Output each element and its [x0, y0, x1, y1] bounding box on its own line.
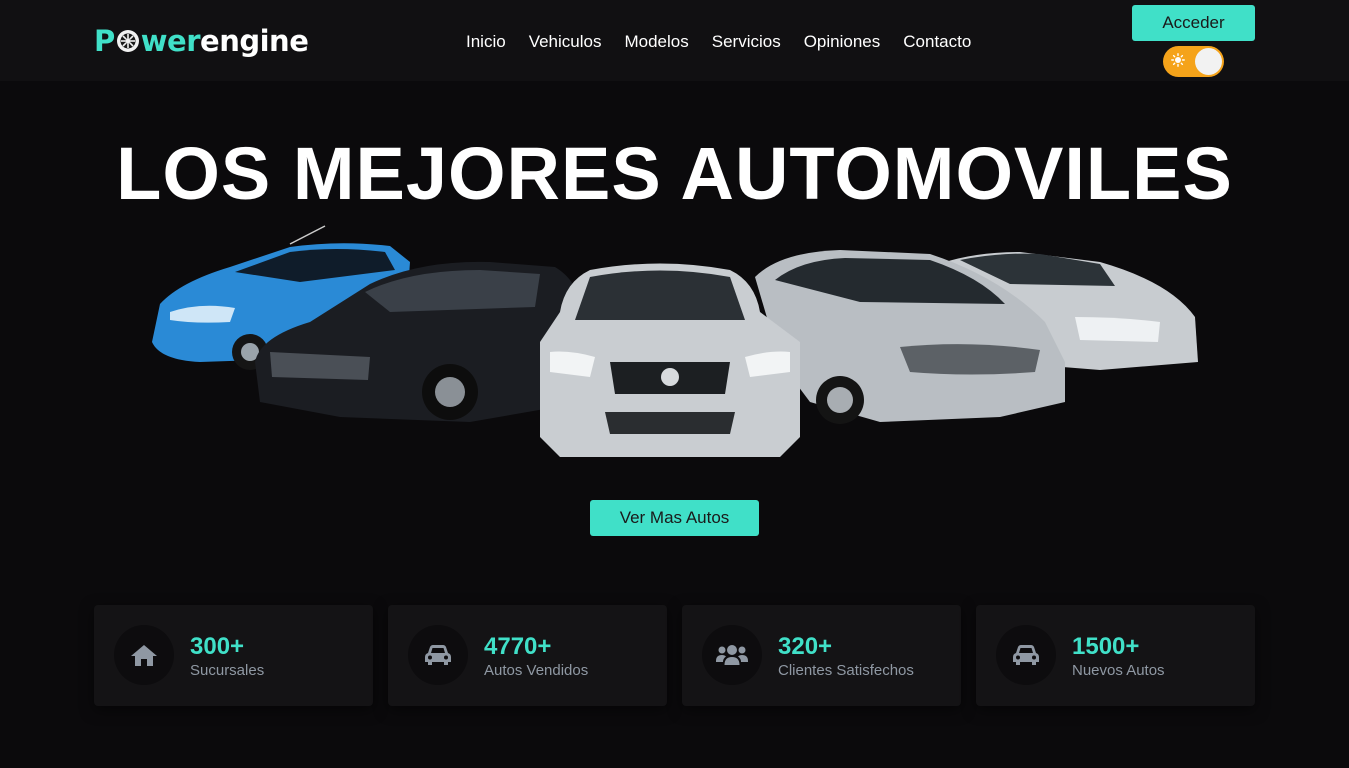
stat-label: Sucursales	[190, 662, 265, 679]
stat-label: Nuevos Autos	[1072, 662, 1165, 679]
hero-title: LOS MEJORES AUTOMOVILES	[116, 132, 1233, 215]
car-icon	[1013, 645, 1039, 665]
nav-link-inicio[interactable]: Inicio	[466, 32, 506, 52]
stat-card-clients: 320+ Clientes Satisfechos	[682, 605, 961, 706]
logo-text-wer: wer	[140, 24, 201, 58]
stat-card-cars-sold: 4770+ Autos Vendidos	[388, 605, 667, 706]
stat-icon-container	[114, 625, 174, 685]
stat-card-new-cars: 1500+ Nuevos Autos	[976, 605, 1255, 706]
toggle-knob	[1195, 48, 1222, 75]
logo-text-p: P	[94, 24, 115, 58]
stat-icon-container	[702, 625, 762, 685]
house-icon	[131, 645, 157, 666]
stat-number: 1500+	[1072, 633, 1140, 660]
nav-link-vehiculos[interactable]: Vehiculos	[529, 32, 602, 52]
main-nav: Inicio Vehiculos Modelos Servicios Opini…	[466, 32, 994, 52]
stat-label: Clientes Satisfechos	[778, 662, 914, 679]
stats-section: 300+ Sucursales 4770+ Autos Vendidos 320…	[94, 605, 1255, 706]
cars-lineup-image	[152, 225, 1198, 457]
car-icon	[425, 645, 451, 665]
nav-link-opiniones[interactable]: Opiniones	[804, 32, 881, 52]
brand-logo[interactable]: P wer engine	[94, 24, 309, 58]
stat-number: 320+	[778, 633, 833, 660]
stat-number: 300+	[190, 633, 245, 660]
sun-icon	[1171, 53, 1185, 67]
see-more-cars-button[interactable]: Ver Mas Autos	[590, 500, 759, 536]
theme-toggle[interactable]	[1163, 46, 1224, 77]
nav-link-contacto[interactable]: Contacto	[903, 32, 971, 52]
stat-icon-container	[408, 625, 468, 685]
stat-number: 4770+	[484, 633, 552, 660]
stat-icon-container	[996, 625, 1056, 685]
logo-text-engine: engine	[200, 24, 309, 58]
stat-label: Autos Vendidos	[484, 662, 589, 679]
wheel-icon	[116, 30, 139, 52]
nav-link-servicios[interactable]: Servicios	[712, 32, 781, 52]
navbar: P wer engine Inicio Vehiculos Modelos Se…	[0, 0, 1349, 81]
login-button[interactable]: Acceder	[1132, 5, 1255, 41]
users-icon	[716, 645, 748, 665]
stat-card-branches: 300+ Sucursales	[94, 605, 373, 706]
nav-link-modelos[interactable]: Modelos	[624, 32, 688, 52]
